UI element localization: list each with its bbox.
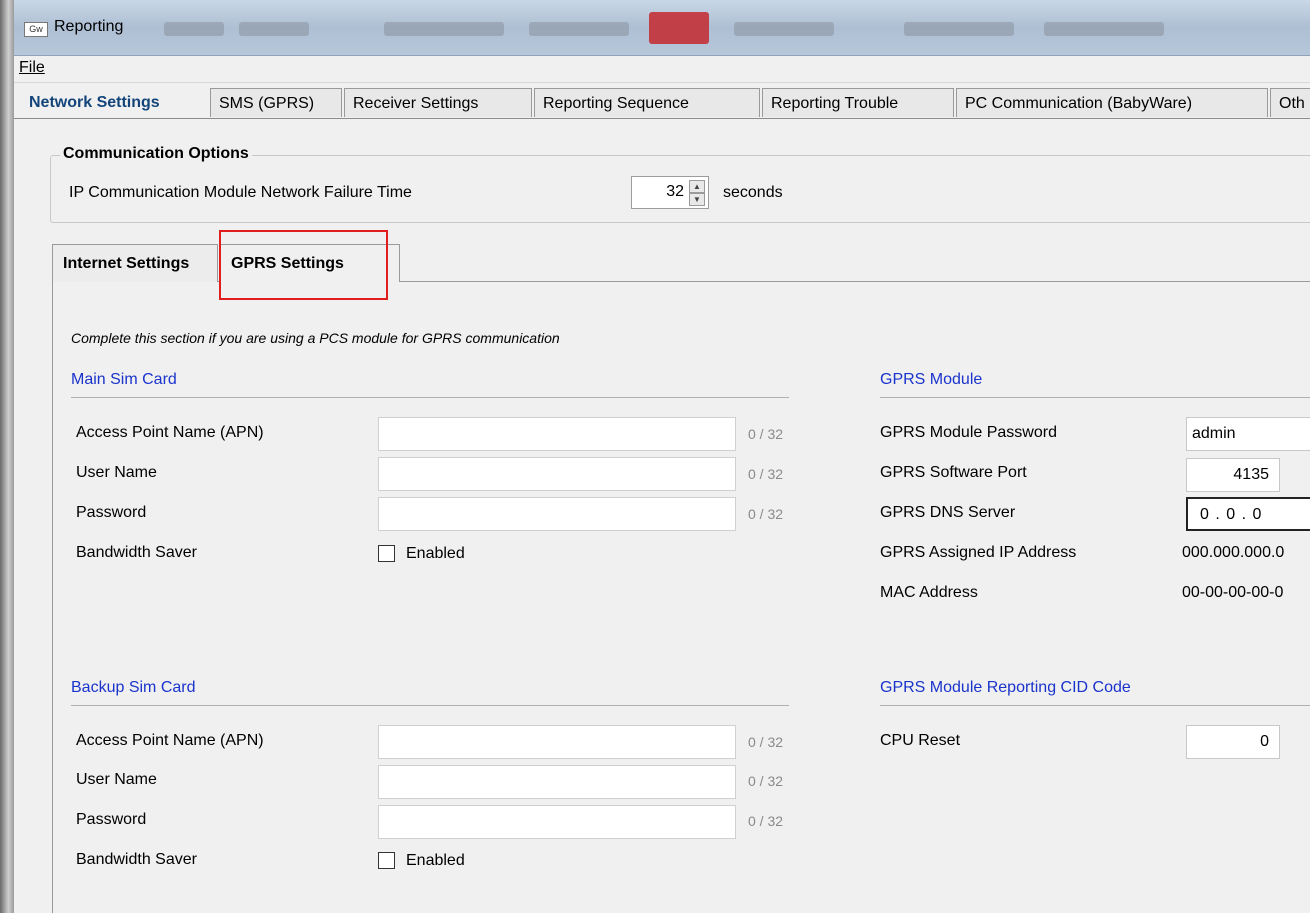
mac-address-value: 00-00-00-00-0 <box>1182 584 1284 601</box>
gprs-module-divider <box>880 397 1310 398</box>
highlight-box <box>219 230 388 300</box>
backup-user-input[interactable] <box>378 765 736 799</box>
tab-receiver-settings[interactable]: Receiver Settings <box>344 88 532 117</box>
backup-sim-divider <box>71 705 789 706</box>
main-sim-title: Main Sim Card <box>71 371 177 388</box>
tab-reporting-sequence[interactable]: Reporting Sequence <box>534 88 760 117</box>
gprs-ip-value: 000.000.000.0 <box>1182 544 1285 561</box>
gprs-port-label: GPRS Software Port <box>880 464 1027 481</box>
gprs-dns-input[interactable]: 0 . 0 . 0 <box>1186 497 1310 531</box>
main-password-count: 0 / 32 <box>748 506 784 522</box>
failure-time-label: IP Communication Module Network Failure … <box>69 184 412 201</box>
reporting-window: Gw Reporting File Network Settings SMS (… <box>14 0 1310 913</box>
gprs-hint-text: Complete this section if you are using a… <box>71 330 560 346</box>
gprs-password-input[interactable]: admin <box>1186 417 1310 451</box>
failure-time-units: seconds <box>723 184 783 201</box>
cid-code-divider <box>880 705 1310 706</box>
backup-user-count: 0 / 32 <box>748 773 784 789</box>
main-user-input[interactable] <box>378 457 736 491</box>
main-apn-input[interactable] <box>378 417 736 451</box>
backup-password-input[interactable] <box>378 805 736 839</box>
backup-bandwidth-checkbox[interactable] <box>378 852 395 869</box>
cpu-reset-input[interactable]: 0 <box>1186 725 1280 759</box>
main-tab-strip: Network Settings SMS (GPRS) Receiver Set… <box>14 83 1310 119</box>
main-password-label: Password <box>76 504 147 521</box>
mac-address-label: MAC Address <box>880 584 978 601</box>
spin-down-icon[interactable]: ▼ <box>689 193 705 206</box>
main-apn-count: 0 / 32 <box>748 426 784 442</box>
backup-bandwidth-label: Bandwidth Saver <box>76 851 197 868</box>
main-user-label: User Name <box>76 464 157 481</box>
main-bandwidth-checkbox[interactable] <box>378 545 395 562</box>
backup-apn-label: Access Point Name (APN) <box>76 732 264 749</box>
gprs-password-label: GPRS Module Password <box>880 424 1057 441</box>
main-bandwidth-label: Bandwidth Saver <box>76 544 197 561</box>
main-apn-label: Access Point Name (APN) <box>76 424 264 441</box>
cid-code-title: GPRS Module Reporting CID Code <box>880 679 1131 696</box>
tab-sms-gprs[interactable]: SMS (GPRS) <box>210 88 342 117</box>
main-user-count: 0 / 32 <box>748 466 784 482</box>
failure-time-spinner[interactable]: 32 ▲ ▼ <box>631 176 709 209</box>
app-icon: Gw <box>24 22 48 37</box>
main-password-input[interactable] <box>378 497 736 531</box>
backup-enabled-label[interactable]: Enabled <box>406 852 465 870</box>
menu-bar: File <box>14 56 1310 83</box>
window-title: Reporting <box>54 18 124 35</box>
cpu-reset-label: CPU Reset <box>880 732 961 749</box>
spin-up-icon[interactable]: ▲ <box>689 180 705 193</box>
gprs-dns-label: GPRS DNS Server <box>880 504 1016 521</box>
tab-other[interactable]: Oth <box>1270 88 1310 117</box>
main-sim-divider <box>71 397 789 398</box>
tab-internet-settings[interactable]: Internet Settings <box>52 244 218 282</box>
window-frame <box>0 0 14 913</box>
main-enabled-label[interactable]: Enabled <box>406 545 465 563</box>
tab-pc-communication[interactable]: PC Communication (BabyWare) <box>956 88 1268 117</box>
menu-file-label: File <box>19 59 45 76</box>
backup-password-label: Password <box>76 811 147 828</box>
gprs-port-input[interactable]: 4135 <box>1186 458 1280 492</box>
backup-apn-input[interactable] <box>378 725 736 759</box>
gprs-ip-label: GPRS Assigned IP Address <box>880 544 1077 561</box>
title-bar: Gw Reporting <box>14 0 1310 56</box>
menu-file[interactable]: File <box>19 59 45 77</box>
communication-options-title: Communication Options <box>60 145 252 163</box>
backup-apn-count: 0 / 32 <box>748 734 784 750</box>
backup-password-count: 0 / 32 <box>748 813 784 829</box>
gprs-module-title: GPRS Module <box>880 371 983 388</box>
tab-network-settings[interactable]: Network Settings <box>20 87 206 118</box>
backup-user-label: User Name <box>76 771 157 788</box>
backup-sim-title: Backup Sim Card <box>71 679 196 696</box>
tab-reporting-trouble[interactable]: Reporting Trouble <box>762 88 954 117</box>
failure-time-value[interactable]: 32 <box>666 183 684 201</box>
